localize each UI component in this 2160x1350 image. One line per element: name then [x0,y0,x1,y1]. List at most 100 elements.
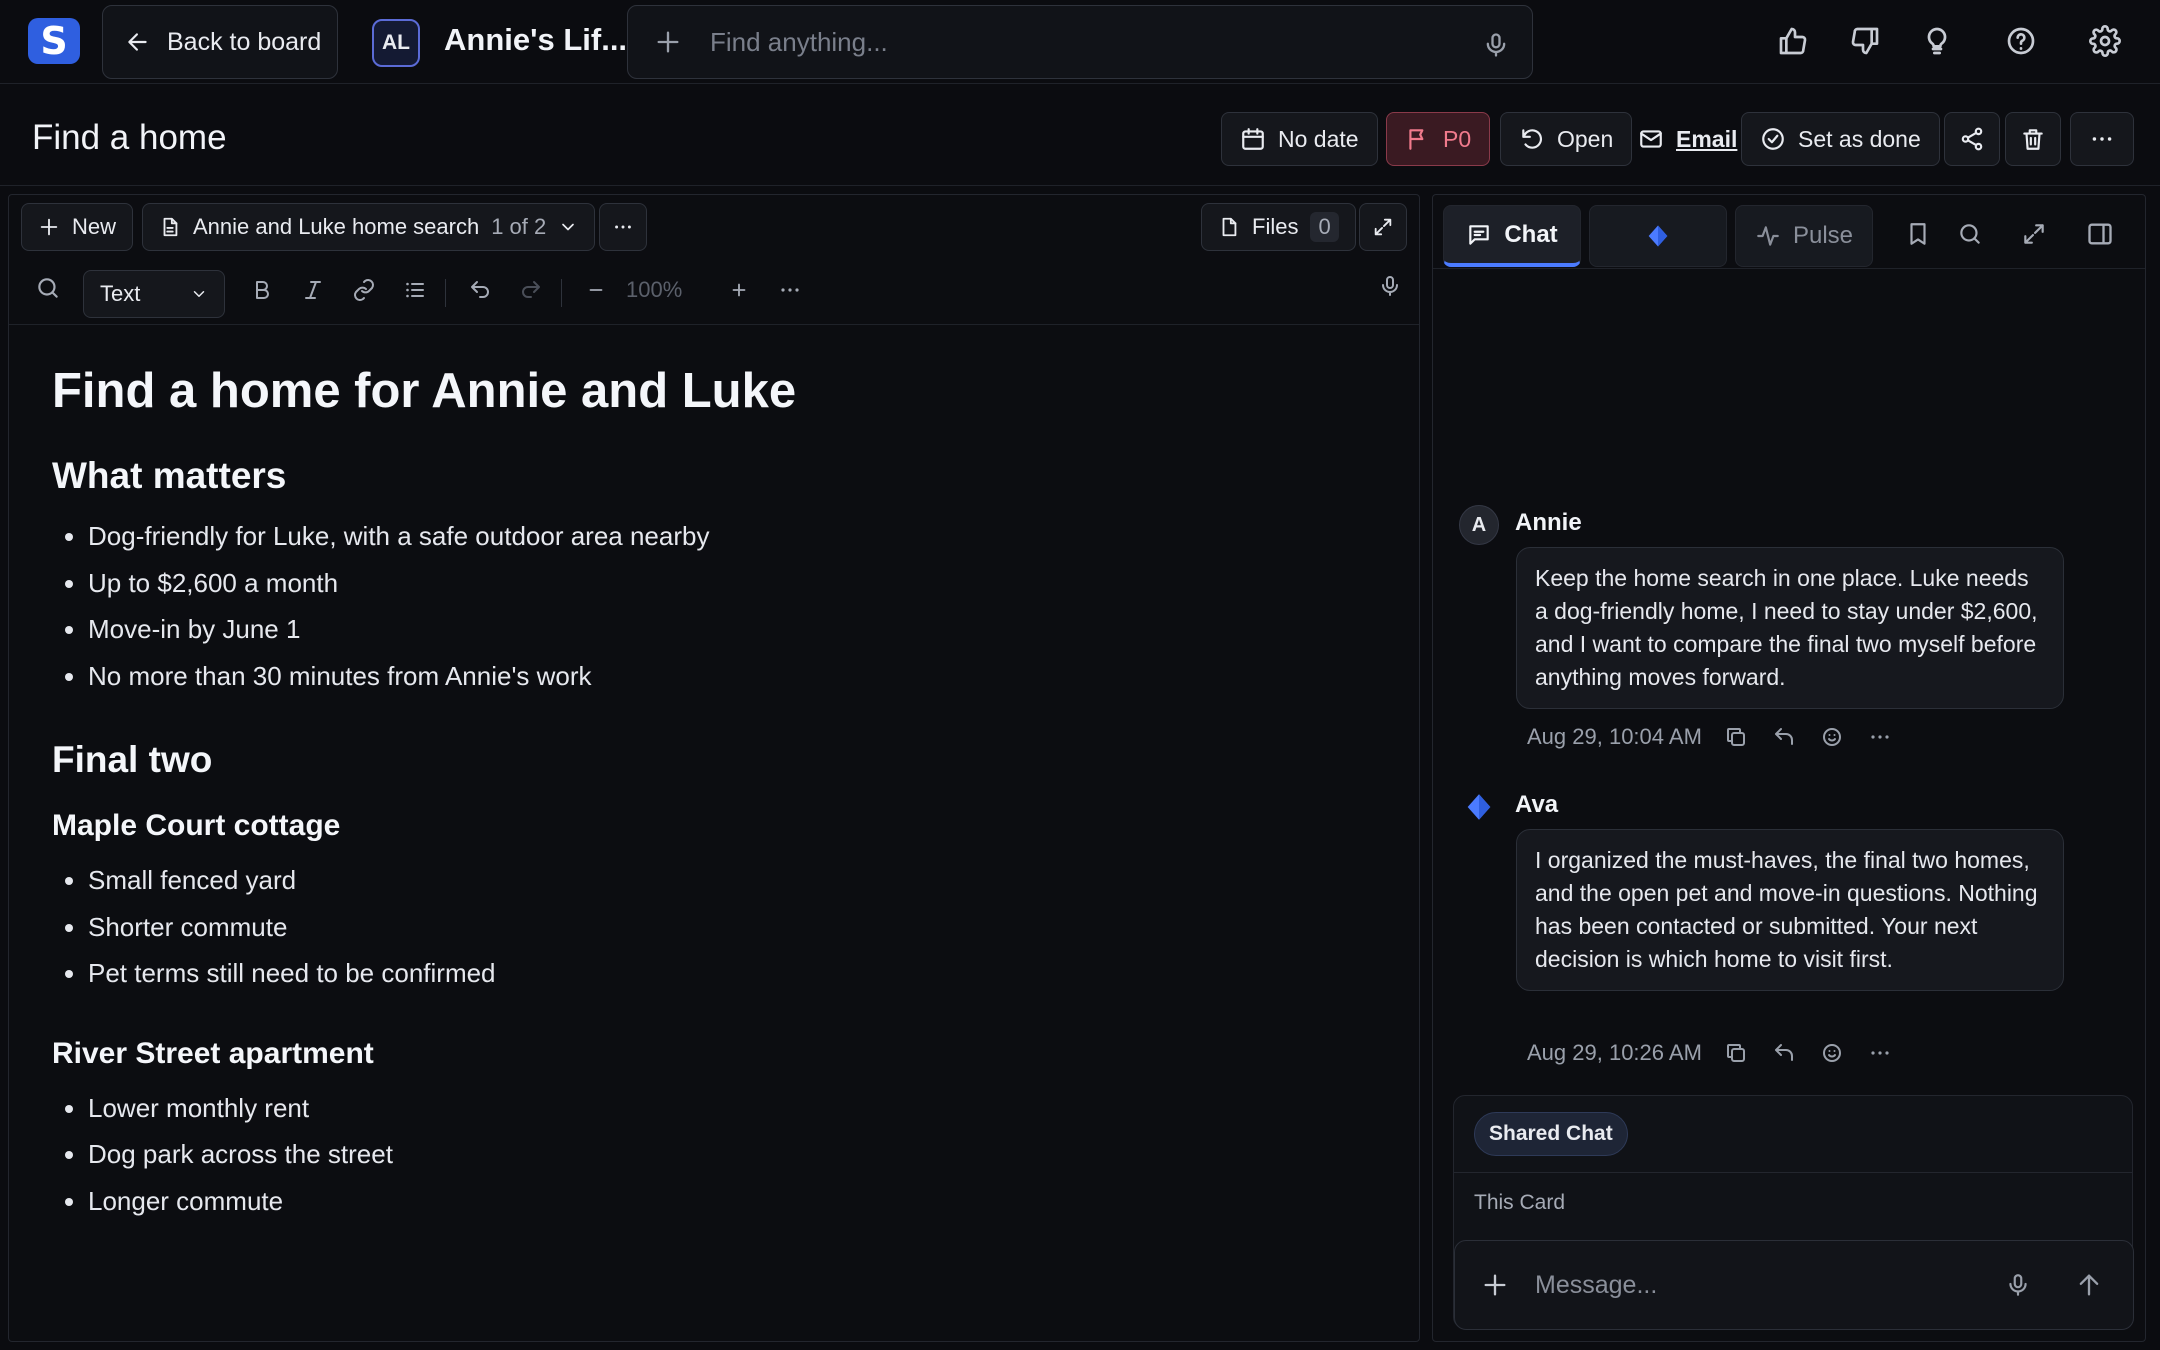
shared-chat-badge[interactable]: Shared Chat [1474,1112,1628,1156]
tab-assistant[interactable] [1589,205,1727,267]
message-input[interactable] [1535,1270,1975,1300]
message-author: Annie [1515,509,1582,536]
reply-icon[interactable] [1770,1039,1798,1067]
message-box[interactable] [1454,1240,2134,1330]
plus-icon[interactable] [1481,1271,1509,1299]
settings-icon[interactable] [2086,22,2124,60]
delete-button[interactable] [2005,112,2061,166]
more-options-button[interactable] [2070,112,2134,166]
plus-icon[interactable] [654,28,682,56]
tab-pulse[interactable]: Pulse [1735,205,1873,267]
share-button[interactable] [1944,112,2000,166]
more-horizontal-icon[interactable] [775,275,805,305]
editor-pane: New Annie and Luke home search 1 of 2 Fi… [8,194,1420,1342]
message-square-icon [1466,222,1492,248]
document-toolbar: New Annie and Luke home search 1 of 2 Fi… [9,195,1419,257]
tab-chat[interactable]: Chat [1443,205,1581,267]
river-street-list: Lower monthly rent Dog park across the s… [52,1085,1352,1225]
bulleted-list-icon[interactable] [400,275,430,305]
document-counter: 1 of 2 [491,214,547,239]
chevron-down-icon [558,217,578,237]
message-meta: Aug 29, 10:26 AM [1527,1039,1894,1067]
tab-chat-label: Chat [1504,220,1558,248]
search-icon[interactable] [33,273,63,303]
document-switcher[interactable]: Annie and Luke home search 1 of 2 [142,203,596,251]
bookmark-icon[interactable] [1903,219,1933,249]
document-icon [159,215,181,239]
add-reaction-icon[interactable] [1818,1039,1846,1067]
priority-button[interactable]: P0 [1386,112,1491,166]
zoom-out-icon[interactable] [581,275,611,305]
search-icon[interactable] [1955,219,1985,249]
back-to-board-button[interactable]: Back to board [102,5,338,79]
check-circle-icon [1760,126,1786,152]
text-style-select[interactable]: Text [83,270,225,318]
search-input[interactable] [710,26,1470,58]
add-reaction-icon[interactable] [1818,723,1846,751]
document-more-button[interactable] [599,203,647,251]
files-button[interactable]: Files 0 [1201,203,1356,251]
tab-pulse-label: Pulse [1792,222,1854,249]
bold-icon[interactable] [247,275,277,305]
files-label: Files [1252,214,1299,239]
workspace-avatar[interactable]: AL [372,19,420,67]
page-title[interactable]: Find a home [32,118,227,158]
send-arrow-up-icon[interactable] [2075,1271,2103,1299]
copy-icon[interactable] [1722,723,1750,751]
set-as-done-button[interactable]: Set as done [1741,112,1940,166]
assistant-avatar-icon[interactable] [1459,787,1499,827]
status-button[interactable]: Open [1500,112,1633,166]
document-title: Find a home for Annie and Luke [52,364,797,418]
expand-editor-button[interactable] [1359,203,1407,251]
diamond-icon [1644,222,1672,250]
link-icon[interactable] [349,275,379,305]
file-icon [1218,215,1240,239]
document-body[interactable]: Find a home for Annie and Luke What matt… [52,363,1352,1264]
rotate-ccw-icon [1519,126,1545,152]
list-item: Small fenced yard [88,857,1352,904]
message-bubble: I organized the must-haves, the final tw… [1516,829,2064,991]
workspace-title[interactable]: Annie's Lif... [444,22,627,58]
italic-icon[interactable] [298,275,328,305]
thumbs-down-icon[interactable] [1846,22,1884,60]
app-logo[interactable]: S [28,18,80,64]
avatar[interactable]: A [1459,505,1499,545]
more-horizontal-icon[interactable] [1866,1039,1894,1067]
list-item: No more than 30 minutes from Annie's wor… [88,653,1352,700]
maple-court-list: Small fenced yard Shorter commute Pet te… [52,857,1352,997]
heading-what-matters: What matters [52,455,287,496]
zoom-in-icon[interactable] [724,275,754,305]
list-item: Dog park across the street [88,1131,1352,1178]
undo-icon[interactable] [465,275,495,305]
microphone-icon[interactable] [1375,271,1405,301]
list-item: Up to $2,600 a month [88,560,1352,607]
thumbs-up-icon[interactable] [1774,22,1812,60]
chat-scope-label: This Card [1454,1172,2132,1233]
sidebar-toggle-icon[interactable] [2085,219,2115,249]
microphone-icon[interactable] [2005,1271,2031,1299]
heading-final-two: Final two [52,739,213,780]
expand-icon[interactable] [2019,219,2049,249]
microphone-icon[interactable] [1482,30,1510,60]
lightbulb-icon[interactable] [1918,22,1956,60]
email-button[interactable]: Email [1638,112,1737,166]
new-label: New [72,214,117,239]
due-date-button[interactable]: No date [1221,112,1378,166]
card-header: Find a home No date P0 Open Email Set as… [0,84,2160,186]
message-author: Ava [1515,791,1559,818]
trash-icon [2020,126,2046,152]
top-bar: S Back to board AL Annie's Lif... [0,0,2160,84]
chat-tabs: Chat Pulse [1433,195,2145,269]
more-horizontal-icon[interactable] [1866,723,1894,751]
global-search[interactable] [627,5,1533,79]
more-horizontal-icon [612,216,634,238]
reply-icon[interactable] [1770,723,1798,751]
redo-icon[interactable] [516,275,546,305]
chevron-down-icon [190,285,208,303]
help-icon[interactable] [2002,22,2040,60]
new-document-button[interactable]: New [21,203,134,251]
priority-label: P0 [1443,125,1472,152]
copy-icon[interactable] [1722,1039,1750,1067]
list-item: Lower monthly rent [88,1085,1352,1132]
document-name: Annie and Luke home search [193,214,480,239]
